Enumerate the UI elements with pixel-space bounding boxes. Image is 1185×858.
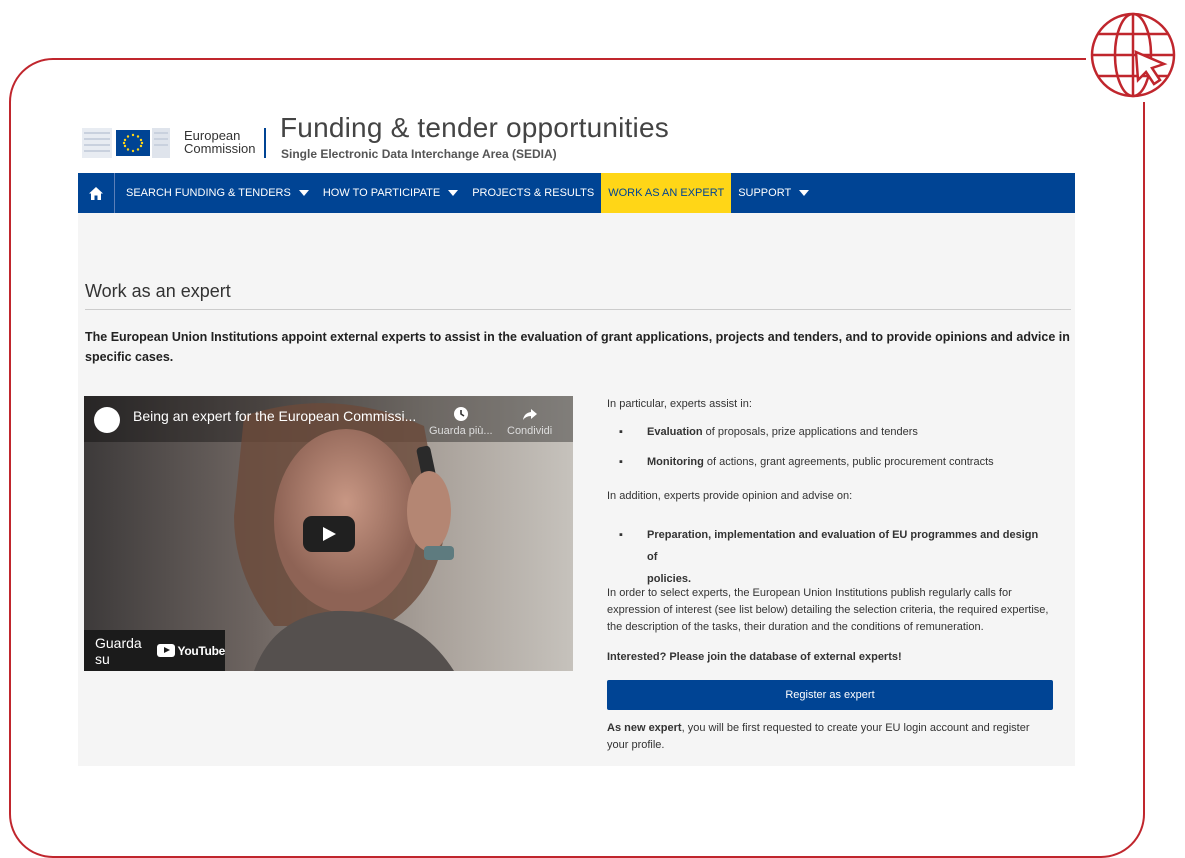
nav-label: SEARCH FUNDING & TENDERS <box>126 187 291 199</box>
ec-logo-icon[interactable] <box>82 118 172 162</box>
intro-text: The European Union Institutions appoint … <box>85 330 1070 364</box>
bullet-text-line1: Preparation, implementation and evaluati… <box>647 529 1039 563</box>
site-title[interactable]: Funding & tender opportunities <box>280 112 669 144</box>
page-title: Work as an expert <box>85 281 231 301</box>
nav-search-funding[interactable]: SEARCH FUNDING & TENDERS <box>119 173 316 213</box>
nav-label: SUPPORT <box>738 187 792 199</box>
nav-label: HOW TO PARTICIPATE <box>322 187 441 199</box>
list-item: ▪ Evaluation of proposals, prize applica… <box>619 424 1049 441</box>
watch-later-label: Guarda più... <box>429 425 493 437</box>
main-nav: SEARCH FUNDING & TENDERS HOW TO PARTICIP… <box>78 173 1075 213</box>
youtube-logo: YouTube <box>156 643 226 658</box>
list-item: ▪ Monitoring of actions, grant agreement… <box>619 454 1049 471</box>
share-control[interactable]: Condividi <box>507 406 552 437</box>
nav-label: PROJECTS & RESULTS <box>472 187 595 199</box>
advise-intro: In addition, experts provide opinion and… <box>607 490 853 502</box>
caret-down-icon <box>799 190 810 196</box>
clock-icon <box>453 407 468 421</box>
nav-home[interactable] <box>78 173 115 213</box>
share-label: Condividi <box>507 425 553 437</box>
register-as-expert-button[interactable]: Register as expert <box>607 680 1053 710</box>
ec-name: European Commission <box>184 129 256 155</box>
play-button[interactable] <box>303 516 355 552</box>
watch-on-youtube[interactable]: Guarda su YouTube <box>84 630 225 671</box>
watch-later-control[interactable]: Guarda più... <box>429 406 493 437</box>
calls-text: In order to select experts, the European… <box>607 587 1049 633</box>
site-header: European Commission Funding & tender opp… <box>78 110 1078 170</box>
nav-how-to-participate[interactable]: HOW TO PARTICIPATE <box>316 173 465 213</box>
youtube-wordmark: YouTube <box>177 643 226 658</box>
caret-down-icon <box>298 190 309 196</box>
list-item: ▪ Preparation, implementation and evalua… <box>619 524 1049 590</box>
main-content: Work as an expert The European Union Ins… <box>78 213 1075 766</box>
nav-work-as-expert[interactable]: WORK AS AN EXPERT <box>601 173 732 213</box>
nav-label: WORK AS AN EXPERT <box>608 187 725 199</box>
bullet-icon: ▪ <box>619 426 623 438</box>
new-expert-text: As new expert, you will be first request… <box>607 720 1053 754</box>
bullet-text-line2: policies. <box>647 573 692 585</box>
share-icon <box>522 409 537 420</box>
bullet-text: of proposals, prize applications and ten… <box>702 426 918 438</box>
bullet-text: of actions, grant agreements, public pro… <box>703 456 994 468</box>
site-subtitle: Single Electronic Data Interchange Area … <box>281 147 557 161</box>
home-icon <box>89 186 103 200</box>
ec-name-line2: Commission <box>184 141 256 156</box>
nav-support[interactable]: SUPPORT <box>731 173 816 213</box>
nav-projects-results[interactable]: PROJECTS & RESULTS <box>465 173 601 213</box>
logo-divider <box>264 128 266 158</box>
bullet-icon: ▪ <box>619 529 623 541</box>
channel-avatar[interactable] <box>94 407 120 433</box>
bullet-icon: ▪ <box>619 456 623 468</box>
youtube-video-player[interactable]: Being an expert for the European Commiss… <box>84 396 573 671</box>
watch-on-label: Guarda su <box>95 634 142 667</box>
bullet-bold: Evaluation <box>647 426 703 438</box>
youtube-play-icon <box>156 644 175 657</box>
globe-cursor-icon <box>1086 8 1180 102</box>
interested-text: Interested? Please join the database of … <box>607 651 902 663</box>
new-expert-bold: As new expert <box>607 722 682 734</box>
caret-down-icon <box>448 190 459 196</box>
title-divider <box>85 309 1071 310</box>
bullet-bold: Monitoring <box>647 456 704 468</box>
video-title[interactable]: Being an expert for the European Commiss… <box>133 408 416 424</box>
assist-intro: In particular, experts assist in: <box>607 398 752 410</box>
